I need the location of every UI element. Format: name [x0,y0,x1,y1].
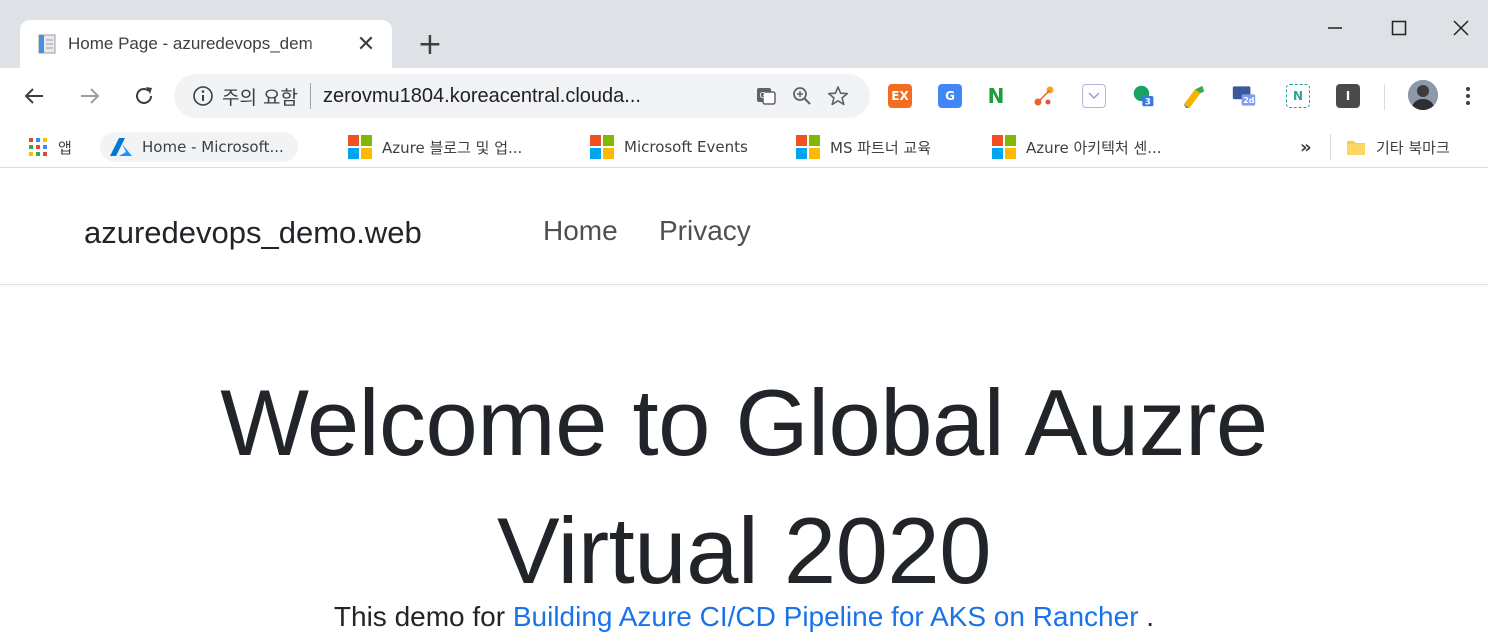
site-brand-link[interactable]: azuredevops_demo.web [84,215,422,251]
i-extension-icon[interactable]: I [1336,84,1360,108]
other-bookmarks-folder[interactable]: 기타 북마크 [1346,132,1450,162]
network-extension-icon[interactable] [1032,84,1056,108]
desktop-extension-icon[interactable]: 2d [1232,84,1256,108]
chat-extension-icon[interactable]: 3 [1132,84,1156,108]
back-button[interactable] [16,78,52,114]
bookmark-label: MS 파트너 교육 [830,138,931,157]
tab-strip: Home Page - azuredevops_dem ✕ + [0,0,1488,68]
microsoft-logo-icon [992,135,1016,159]
minimize-icon [1328,27,1342,29]
menu-button[interactable] [1456,78,1480,114]
n-extension-icon[interactable]: N [984,84,1008,108]
apps-shortcut[interactable]: 앱 [28,132,72,162]
google-translate-extension-icon[interactable]: G [938,84,962,108]
kebab-menu-icon [1466,87,1470,105]
bookmarks-bar: 앱 Home - Microsoft... Azure 블로그 및 업... M… [0,124,1488,168]
nav-home-link[interactable]: Home [543,215,618,247]
bookmarks-overflow-button[interactable]: » [1300,132,1312,162]
forward-button[interactable] [72,78,108,114]
bookmark-label: Azure 블로그 및 업... [382,138,523,157]
nav-privacy-link[interactable]: Privacy [659,215,751,247]
pipeline-link[interactable]: Building Azure CI/CD Pipeline for AKS on… [513,601,1139,632]
close-icon [1453,20,1469,36]
browser-toolbar: 주의 요함 zerovmu1804.koreacentral.clouda...… [0,68,1488,124]
arrow-right-icon [81,88,100,104]
bookmark-microsoft-events[interactable]: Microsoft Events [590,132,748,162]
bookmark-label: Azure 아키텍처 센... [1026,138,1162,157]
omnibox-divider [309,83,311,109]
microsoft-logo-icon [796,135,820,159]
bookmark-azure-architecture[interactable]: Azure 아키텍처 센... [992,132,1162,162]
n-bracket-extension-icon[interactable]: N [1286,84,1310,108]
lead-prefix: This demo for [333,601,513,632]
azure-logo-icon [110,138,132,156]
microsoft-logo-icon [348,135,372,159]
heading-line-1: Welcome to Global Auzre [220,370,1268,475]
info-icon[interactable] [192,85,214,107]
folder-icon [1346,138,1366,156]
heading-line-2: Virtual 2020 [497,498,991,603]
url-text[interactable]: zerovmu1804.koreacentral.clouda... [323,85,748,108]
arrow-left-icon [24,88,43,104]
bookmark-home-microsoft[interactable]: Home - Microsoft... [100,132,298,162]
pocket-extension-icon[interactable] [1082,84,1106,108]
browser-tab[interactable]: Home Page - azuredevops_dem ✕ [20,20,392,68]
document-icon [36,33,58,55]
zoom-icon[interactable] [784,78,820,114]
maximize-icon [1391,20,1407,36]
bookmark-label: Microsoft Events [624,138,748,156]
reload-button[interactable] [126,78,162,114]
tool-extension-icon[interactable] [1182,84,1206,108]
tab-title: Home Page - azuredevops_dem [68,34,313,53]
apps-label: 앱 [58,138,72,157]
translate-icon[interactable]: G [748,78,784,114]
page-heading: Welcome to Global Auzre Virtual 2020 [0,359,1488,615]
web-page: azuredevops_demo.web Home Privacy Welcom… [0,169,1488,642]
bookmark-azure-blog[interactable]: Azure 블로그 및 업... [348,132,522,162]
microsoft-logo-icon [590,135,614,159]
profile-avatar[interactable] [1408,80,1438,110]
new-tab-button[interactable]: + [412,26,448,62]
maximize-button[interactable] [1370,8,1428,48]
minimize-button[interactable] [1306,8,1364,48]
security-warning-label[interactable]: 주의 요함 [222,83,298,110]
bookmarks-divider [1330,134,1331,160]
other-bookmarks-label: 기타 북마크 [1376,138,1450,157]
apps-grid-icon [28,137,48,157]
svg-text:2d: 2d [1243,96,1255,105]
lead-suffix: . [1138,601,1155,632]
svg-text:3: 3 [1145,98,1151,108]
toolbar-divider [1384,84,1385,110]
ex-extension-icon[interactable]: EX [888,84,912,108]
lead-paragraph: This demo for Building Azure CI/CD Pipel… [0,601,1488,633]
site-navbar: azuredevops_demo.web Home Privacy [0,169,1488,285]
close-tab-icon[interactable]: ✕ [354,32,378,57]
svg-text:G: G [760,91,766,100]
star-bookmark-icon[interactable] [820,78,856,114]
avatar-icon [1408,80,1438,110]
bookmark-label: Home - Microsoft... [142,138,284,156]
reload-icon [136,87,152,104]
address-bar[interactable]: 주의 요함 zerovmu1804.koreacentral.clouda...… [174,74,870,118]
close-window-button[interactable] [1432,8,1488,48]
bookmark-ms-partner[interactable]: MS 파트너 교육 [796,132,931,162]
